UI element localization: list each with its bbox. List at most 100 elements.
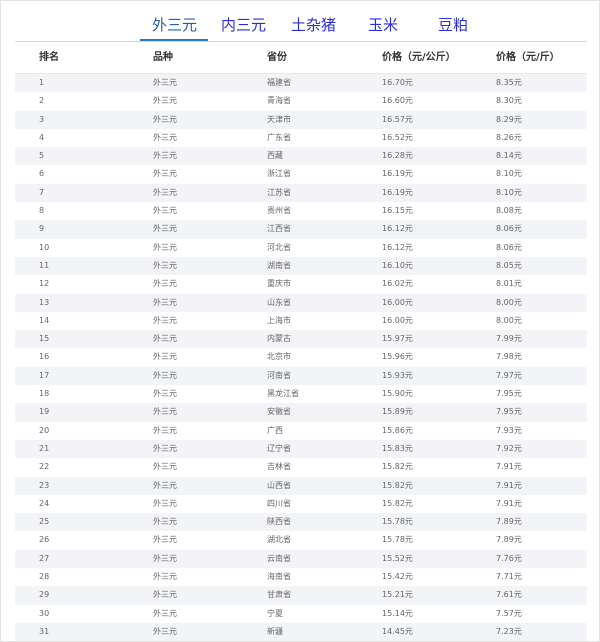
price-per-jin-cell: 7.23元 bbox=[496, 626, 522, 636]
table-row: 2 外三元 青海省 16.60元 8.30元 bbox=[15, 92, 587, 111]
breed-cell: 外三元 bbox=[153, 590, 177, 600]
rank-cell: 7 bbox=[39, 187, 45, 197]
price-per-jin-cell: 8.30元 bbox=[496, 96, 522, 106]
rank-cell: 27 bbox=[39, 553, 50, 563]
table-row: 10 外三元 河北省 16.12元 8.06元 bbox=[15, 238, 587, 257]
rank-cell: 13 bbox=[39, 297, 50, 307]
breed-cell: 外三元 bbox=[153, 169, 177, 179]
price-per-kg-cell: 16.19元 bbox=[382, 169, 413, 179]
rank-cell: 30 bbox=[39, 608, 50, 618]
tab-tu-za-zhu[interactable]: 土杂猪 bbox=[291, 15, 336, 35]
rank-cell: 24 bbox=[39, 498, 50, 508]
price-ranking-panel: 外三元 内三元 土杂猪 玉米 豆粕 排名 品种 省份 价格（元/公斤） 价格（元… bbox=[0, 0, 600, 642]
price-per-kg-cell: 15.83元 bbox=[382, 443, 413, 453]
table-row: 23 外三元 山西省 15.82元 7.91元 bbox=[15, 476, 587, 495]
province-cell: 新疆 bbox=[267, 626, 283, 636]
province-cell: 陕西省 bbox=[267, 517, 291, 527]
rank-cell: 25 bbox=[39, 517, 50, 527]
rank-cell: 28 bbox=[39, 572, 50, 582]
price-per-kg-cell: 16.19元 bbox=[382, 187, 413, 197]
header-price-per-jin: 价格（元/斤） bbox=[496, 52, 560, 63]
rank-cell: 21 bbox=[39, 443, 50, 453]
province-cell: 贵州省 bbox=[267, 206, 291, 216]
province-cell: 浙江省 bbox=[267, 169, 291, 179]
breed-cell: 外三元 bbox=[153, 114, 177, 124]
table-row: 13 外三元 山东省 16.00元 8.00元 bbox=[15, 293, 587, 312]
price-per-kg-cell: 15.97元 bbox=[382, 334, 413, 344]
price-per-jin-cell: 7.99元 bbox=[496, 334, 522, 344]
breed-cell: 外三元 bbox=[153, 407, 177, 417]
province-cell: 湖南省 bbox=[267, 260, 291, 270]
price-per-jin-cell: 7.61元 bbox=[496, 590, 522, 600]
breed-cell: 外三元 bbox=[153, 572, 177, 582]
tab-nei-san-yuan[interactable]: 内三元 bbox=[221, 15, 266, 35]
table-row: 4 外三元 广东省 16.52元 8.26元 bbox=[15, 128, 587, 148]
breed-cell: 外三元 bbox=[153, 206, 177, 216]
rank-cell: 8 bbox=[39, 206, 45, 216]
rank-cell: 1 bbox=[39, 78, 45, 87]
price-per-kg-cell: 15.42元 bbox=[382, 572, 413, 582]
breed-cell: 外三元 bbox=[153, 242, 177, 252]
price-per-kg-cell: 16.12元 bbox=[382, 242, 413, 252]
province-cell: 河南省 bbox=[267, 370, 291, 380]
breed-cell: 外三元 bbox=[153, 224, 177, 234]
rank-cell: 22 bbox=[39, 462, 50, 472]
price-per-kg-cell: 15.82元 bbox=[382, 462, 413, 472]
rank-cell: 3 bbox=[39, 114, 45, 124]
breed-cell: 外三元 bbox=[153, 443, 177, 453]
province-cell: 黑龙江省 bbox=[267, 389, 299, 399]
price-per-kg-cell: 15.14元 bbox=[382, 608, 413, 618]
price-per-jin-cell: 8.01元 bbox=[496, 279, 522, 289]
breed-cell: 外三元 bbox=[153, 96, 177, 106]
price-per-kg-cell: 16.00元 bbox=[382, 315, 413, 325]
table-row: 5 外三元 西藏 16.28元 8.14元 bbox=[15, 147, 587, 166]
province-cell: 北京市 bbox=[267, 352, 291, 362]
breed-cell: 外三元 bbox=[153, 315, 177, 325]
price-per-jin-cell: 8.08元 bbox=[496, 206, 522, 216]
price-per-jin-cell: 7.76元 bbox=[496, 553, 522, 563]
breed-cell: 外三元 bbox=[153, 297, 177, 307]
rank-cell: 2 bbox=[39, 96, 45, 106]
breed-cell: 外三元 bbox=[153, 260, 177, 270]
table-row: 21 外三元 辽宁省 15.83元 7.92元 bbox=[15, 439, 587, 459]
breed-cell: 外三元 bbox=[153, 334, 177, 344]
price-per-jin-cell: 8.26元 bbox=[496, 132, 522, 142]
price-per-jin-cell: 8.10元 bbox=[496, 187, 522, 197]
price-per-kg-cell: 16.28元 bbox=[382, 151, 413, 161]
header-province: 省份 bbox=[267, 52, 287, 63]
rank-cell: 12 bbox=[39, 279, 50, 289]
table-row: 25 外三元 陕西省 15.78元 7.89元 bbox=[15, 513, 587, 532]
rank-cell: 31 bbox=[39, 626, 50, 636]
rank-cell: 4 bbox=[39, 132, 45, 142]
tab-yu-mi[interactable]: 玉米 bbox=[368, 15, 398, 35]
price-per-jin-cell: 8.10元 bbox=[496, 169, 522, 179]
province-cell: 上海市 bbox=[267, 315, 291, 325]
breed-cell: 外三元 bbox=[153, 517, 177, 527]
table-row: 31 外三元 新疆 14.45元 7.23元 bbox=[15, 622, 587, 642]
price-per-kg-cell: 15.78元 bbox=[382, 517, 413, 527]
table-row: 29 外三元 甘肃省 15.21元 7.61元 bbox=[15, 586, 587, 605]
price-per-kg-cell: 16.00元 bbox=[382, 297, 413, 307]
province-cell: 山西省 bbox=[267, 480, 291, 490]
tab-wai-san-yuan[interactable]: 外三元 bbox=[152, 15, 197, 35]
price-per-kg-cell: 15.93元 bbox=[382, 370, 413, 380]
province-cell: 重庆市 bbox=[267, 279, 291, 289]
price-per-jin-cell: 7.91元 bbox=[496, 480, 522, 490]
table-row: 3 外三元 天津市 16.57元 8.29元 bbox=[15, 110, 587, 129]
province-cell: 云南省 bbox=[267, 553, 291, 563]
province-cell: 辽宁省 bbox=[267, 443, 291, 453]
price-per-jin-cell: 7.92元 bbox=[496, 443, 522, 453]
table-row: 17 外三元 河南省 15.93元 7.97元 bbox=[15, 366, 587, 386]
price-per-kg-cell: 14.45元 bbox=[382, 626, 413, 636]
table-row: 19 外三元 安徽省 15.89元 7.95元 bbox=[15, 403, 587, 422]
tab-dou-po[interactable]: 豆粕 bbox=[438, 15, 468, 35]
price-per-kg-cell: 15.21元 bbox=[382, 590, 413, 600]
rank-cell: 16 bbox=[39, 352, 50, 362]
rank-cell: 29 bbox=[39, 590, 50, 600]
province-cell: 青海省 bbox=[267, 96, 291, 106]
price-per-jin-cell: 8.29元 bbox=[496, 114, 522, 124]
price-per-kg-cell: 15.96元 bbox=[382, 352, 413, 362]
price-per-jin-cell: 7.93元 bbox=[496, 425, 522, 435]
breed-cell: 外三元 bbox=[153, 535, 177, 545]
price-per-kg-cell: 15.82元 bbox=[382, 480, 413, 490]
